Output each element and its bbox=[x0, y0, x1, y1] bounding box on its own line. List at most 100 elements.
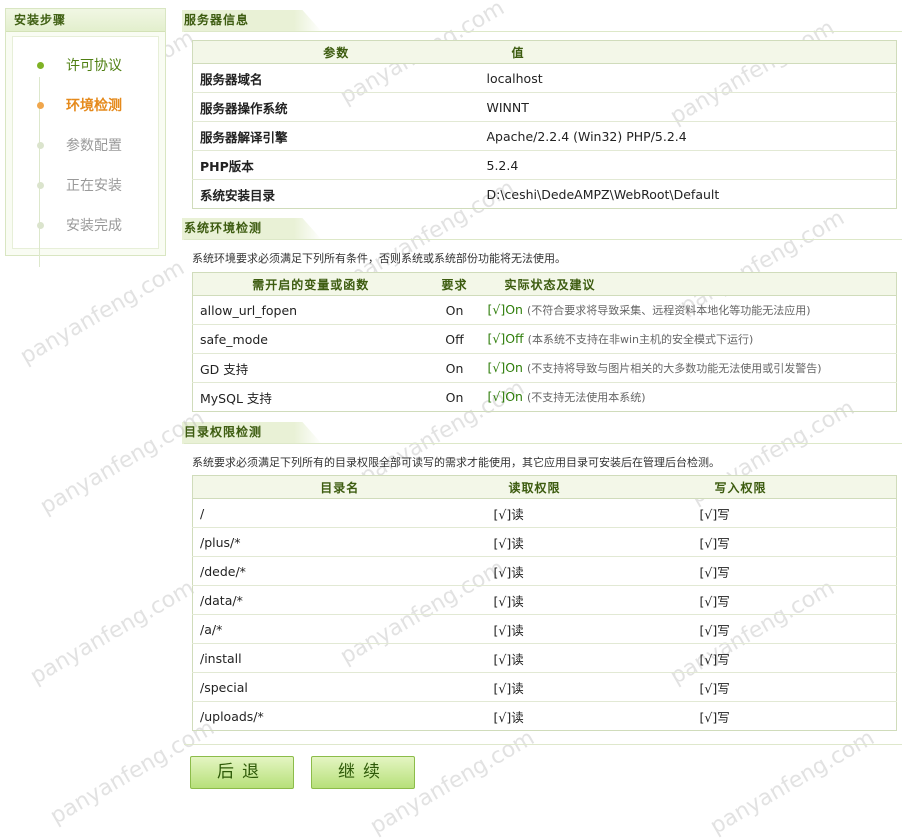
step-current-dot-icon bbox=[37, 101, 44, 109]
table-row: / [√]读 [√]写 bbox=[192, 498, 897, 528]
env-status: [√]On bbox=[487, 389, 523, 404]
step-dot-icon bbox=[37, 221, 44, 229]
step-finish: 安装完成 bbox=[37, 215, 122, 235]
step-label: 安装完成 bbox=[66, 218, 122, 234]
server-info-header: 服务器信息 bbox=[184, 10, 902, 32]
write-permission: [√]写 bbox=[692, 701, 897, 731]
dir-name: /data/* bbox=[192, 585, 487, 615]
env-var-name: safe_mode bbox=[192, 324, 429, 354]
env-status: [√]Off bbox=[487, 331, 524, 346]
back-button[interactable]: 后退 bbox=[190, 756, 294, 789]
dir-name: /plus/* bbox=[192, 527, 487, 557]
step-dot-icon bbox=[37, 141, 44, 149]
param-name: PHP版本 bbox=[192, 150, 480, 180]
step-label: 许可协议 bbox=[66, 58, 122, 74]
watermark-text: panyanfeng.com bbox=[16, 255, 189, 370]
read-permission: [√]读 bbox=[486, 701, 693, 731]
env-var-name: MySQL 支持 bbox=[192, 382, 429, 412]
column-header: 需开启的变量或函数 bbox=[192, 272, 429, 296]
write-permission: [√]写 bbox=[692, 614, 897, 644]
dir-name: / bbox=[192, 498, 487, 528]
read-permission: [√]读 bbox=[486, 498, 693, 528]
write-permission: [√]写 bbox=[692, 556, 897, 586]
watermark-text: panyanfeng.com bbox=[26, 575, 199, 690]
table-row: /uploads/* [√]读 [√]写 bbox=[192, 701, 897, 731]
table-row: /data/* [√]读 [√]写 bbox=[192, 585, 897, 615]
read-permission: [√]读 bbox=[486, 643, 693, 673]
table-row: allow_url_fopen On [√]On (不符合要求将导致采集、远程资… bbox=[192, 295, 897, 325]
table-row: /plus/* [√]读 [√]写 bbox=[192, 527, 897, 557]
env-requirement: Off bbox=[428, 324, 481, 354]
section-title: 目录权限检测 bbox=[184, 422, 302, 444]
read-permission: [√]读 bbox=[486, 556, 693, 586]
table-header-row: 参数 值 bbox=[192, 40, 897, 64]
env-status: [√]On bbox=[487, 360, 523, 375]
dir-name: /dede/* bbox=[192, 556, 487, 586]
write-permission: [√]写 bbox=[692, 643, 897, 673]
button-divider bbox=[184, 744, 902, 745]
write-permission: [√]写 bbox=[692, 498, 897, 528]
dir-name: /special bbox=[192, 672, 487, 702]
step-done-dot-icon bbox=[37, 61, 44, 69]
read-permission: [√]读 bbox=[486, 672, 693, 702]
column-header: 读取权限 bbox=[486, 475, 693, 499]
env-requirement: On bbox=[428, 382, 481, 412]
column-header: 目录名 bbox=[192, 475, 487, 499]
dir-check-header: 目录权限检测 bbox=[184, 422, 902, 444]
watermark-text: panyanfeng.com bbox=[36, 405, 209, 520]
install-steps-sidebar: 安装步骤 许可协议 环境检测 参数配置 正在安装 安装完成 bbox=[5, 8, 166, 267]
env-note: (本系统不支持在非win主机的安全模式下运行) bbox=[527, 333, 754, 346]
steps-panel: 许可协议 环境检测 参数配置 正在安装 安装完成 bbox=[12, 36, 159, 267]
step-config: 参数配置 bbox=[37, 135, 122, 155]
dir-name: /a/* bbox=[192, 614, 487, 644]
continue-button[interactable]: 继续 bbox=[311, 756, 415, 789]
write-permission: [√]写 bbox=[692, 672, 897, 702]
step-label: 参数配置 bbox=[66, 138, 122, 154]
step-env-check: 环境检测 bbox=[37, 95, 122, 115]
param-value: localhost bbox=[479, 63, 897, 93]
dir-name: /install bbox=[192, 643, 487, 673]
column-header: 要求 bbox=[428, 272, 481, 296]
read-permission: [√]读 bbox=[486, 527, 693, 557]
table-row: PHP版本 5.2.4 bbox=[192, 150, 897, 180]
dir-check-table: 目录名 读取权限 写入权限 / [√]读 [√]写 /plus/* [√]读 [… bbox=[192, 475, 897, 731]
table-row: /special [√]读 [√]写 bbox=[192, 672, 897, 702]
dir-check-description: 系统要求必须满足下列所有的目录权限全部可读写的需求才能使用，其它应用目录可安装后… bbox=[192, 456, 720, 469]
env-requirement: On bbox=[428, 295, 481, 325]
read-permission: [√]读 bbox=[486, 614, 693, 644]
table-header-row: 目录名 读取权限 写入权限 bbox=[192, 475, 897, 499]
table-header-row: 需开启的变量或函数 要求 实际状态及建议 bbox=[192, 272, 897, 296]
table-row: 服务器域名 localhost bbox=[192, 63, 897, 93]
param-name: 服务器操作系统 bbox=[192, 92, 480, 122]
param-value: D:\ceshi\DedeAMPZ\WebRoot\Default bbox=[479, 179, 897, 209]
param-value: Apache/2.2.4 (Win32) PHP/5.2.4 bbox=[479, 121, 897, 151]
read-permission: [√]读 bbox=[486, 585, 693, 615]
write-permission: [√]写 bbox=[692, 527, 897, 557]
column-header: 实际状态及建议 bbox=[480, 272, 897, 296]
env-note: (不支持无法使用本系统) bbox=[526, 391, 646, 404]
env-check-description: 系统环境要求必须满足下列所有条件，否则系统或系统部份功能将无法使用。 bbox=[192, 252, 566, 265]
table-row: MySQL 支持 On [√]On (不支持无法使用本系统) bbox=[192, 382, 897, 412]
env-check-header: 系统环境检测 bbox=[184, 218, 902, 240]
env-note: (不符合要求将导致采集、远程资料本地化等功能无法应用) bbox=[526, 304, 811, 317]
column-header: 写入权限 bbox=[692, 475, 897, 499]
param-value: WINNT bbox=[479, 92, 897, 122]
section-title: 服务器信息 bbox=[184, 10, 289, 32]
table-row: /dede/* [√]读 [√]写 bbox=[192, 556, 897, 586]
env-status: [√]On bbox=[487, 302, 523, 317]
step-installing: 正在安装 bbox=[37, 175, 122, 195]
step-license: 许可协议 bbox=[37, 55, 122, 75]
env-requirement: On bbox=[428, 353, 481, 383]
table-row: 服务器操作系统 WINNT bbox=[192, 92, 897, 122]
sidebar-title: 安装步骤 bbox=[6, 9, 165, 32]
param-name: 服务器解译引擎 bbox=[192, 121, 480, 151]
env-note: (不支持将导致与图片相关的大多数功能无法使用或引发警告) bbox=[526, 362, 822, 375]
column-header: 值 bbox=[479, 40, 897, 64]
dir-name: /uploads/* bbox=[192, 701, 487, 731]
table-row: 服务器解译引擎 Apache/2.2.4 (Win32) PHP/5.2.4 bbox=[192, 121, 897, 151]
param-name: 系统安装目录 bbox=[192, 179, 480, 209]
env-check-table: 需开启的变量或函数 要求 实际状态及建议 allow_url_fopen On … bbox=[192, 272, 897, 412]
server-info-table: 参数 值 服务器域名 localhost 服务器操作系统 WINNT 服务器解译… bbox=[192, 40, 897, 209]
param-name: 服务器域名 bbox=[192, 63, 480, 93]
step-label: 环境检测 bbox=[66, 98, 122, 114]
